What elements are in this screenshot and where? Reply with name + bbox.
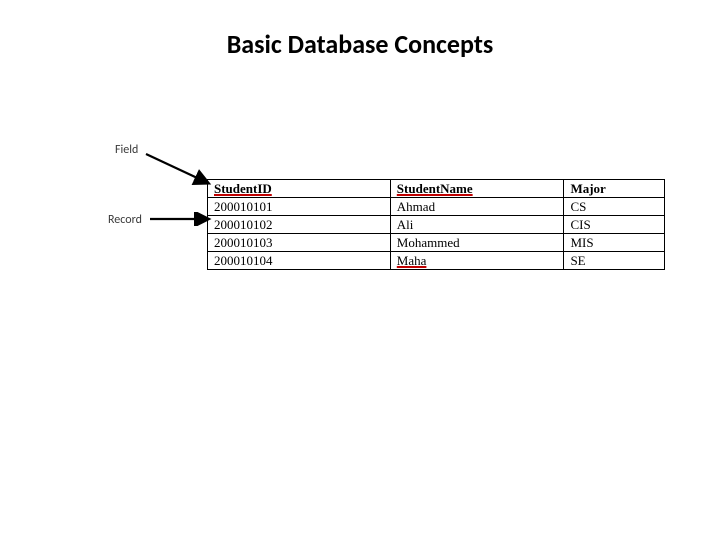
table-row: 200010104 Maha SE — [208, 252, 665, 270]
col-header-major: Major — [564, 180, 665, 198]
cell-id: 200010103 — [208, 234, 391, 252]
arrow-record-icon — [148, 212, 214, 226]
cell-name: Ali — [390, 216, 564, 234]
col-header-id: StudentID — [208, 180, 391, 198]
cell-name: Mohammed — [390, 234, 564, 252]
cell-major: CIS — [564, 216, 665, 234]
cell-name: Maha — [390, 252, 564, 270]
table-row: 200010103 Mohammed MIS — [208, 234, 665, 252]
cell-major: SE — [564, 252, 665, 270]
col-header-name: StudentName — [390, 180, 564, 198]
table-row: 200010102 Ali CIS — [208, 216, 665, 234]
table-row: 200010101 Ahmad CS — [208, 198, 665, 216]
record-label: Record — [108, 213, 142, 227]
arrow-field-icon — [144, 150, 216, 190]
cell-id: 200010104 — [208, 252, 391, 270]
cell-major: MIS — [564, 234, 665, 252]
cell-id: 200010101 — [208, 198, 391, 216]
cell-id: 200010102 — [208, 216, 391, 234]
student-table: StudentID StudentName Major 200010101 Ah… — [207, 179, 665, 270]
table-header-row: StudentID StudentName Major — [208, 180, 665, 198]
cell-major: CS — [564, 198, 665, 216]
cell-name: Ahmad — [390, 198, 564, 216]
field-label: Field — [115, 143, 138, 157]
page-title: Basic Database Concepts — [0, 28, 720, 60]
